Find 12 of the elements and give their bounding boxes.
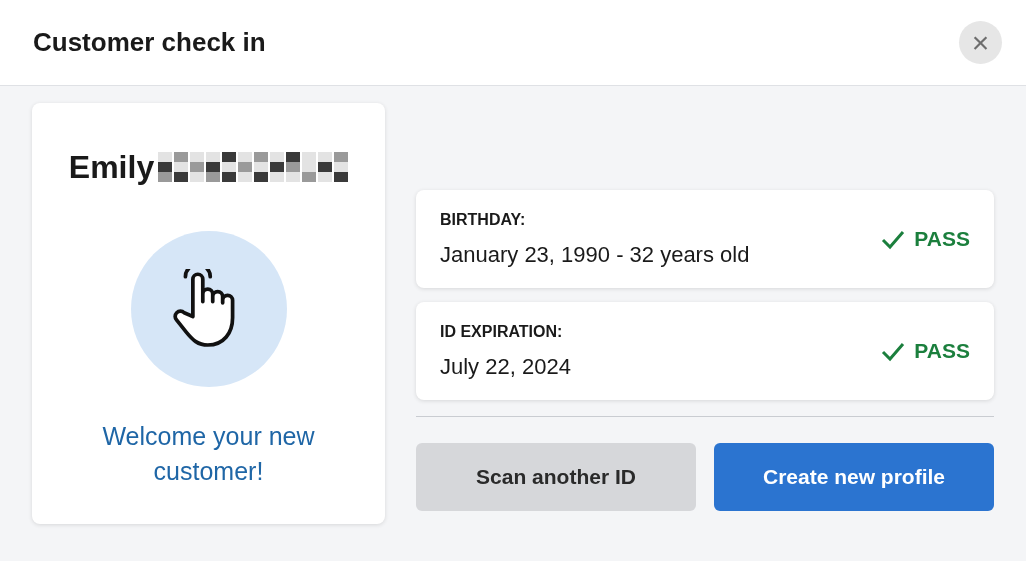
customer-name: Emily <box>68 148 155 187</box>
check-value: July 22, 2024 <box>440 352 571 381</box>
check-label: ID EXPIRATION: <box>440 321 564 342</box>
check-value: January 23, 1990 - 32 years old <box>440 240 750 269</box>
check-result: PASS <box>914 226 970 253</box>
check-result: PASS <box>914 338 970 365</box>
scan-button[interactable]: Scan another ID <box>416 443 696 511</box>
welcome-message: Welcome your new customer! <box>101 421 316 487</box>
dialog-title: Customer check in <box>33 26 266 59</box>
create-profile-button[interactable]: Create new profile <box>714 443 994 511</box>
check-label: BIRTHDAY: <box>440 209 527 230</box>
close-button[interactable]: × <box>959 21 1002 64</box>
